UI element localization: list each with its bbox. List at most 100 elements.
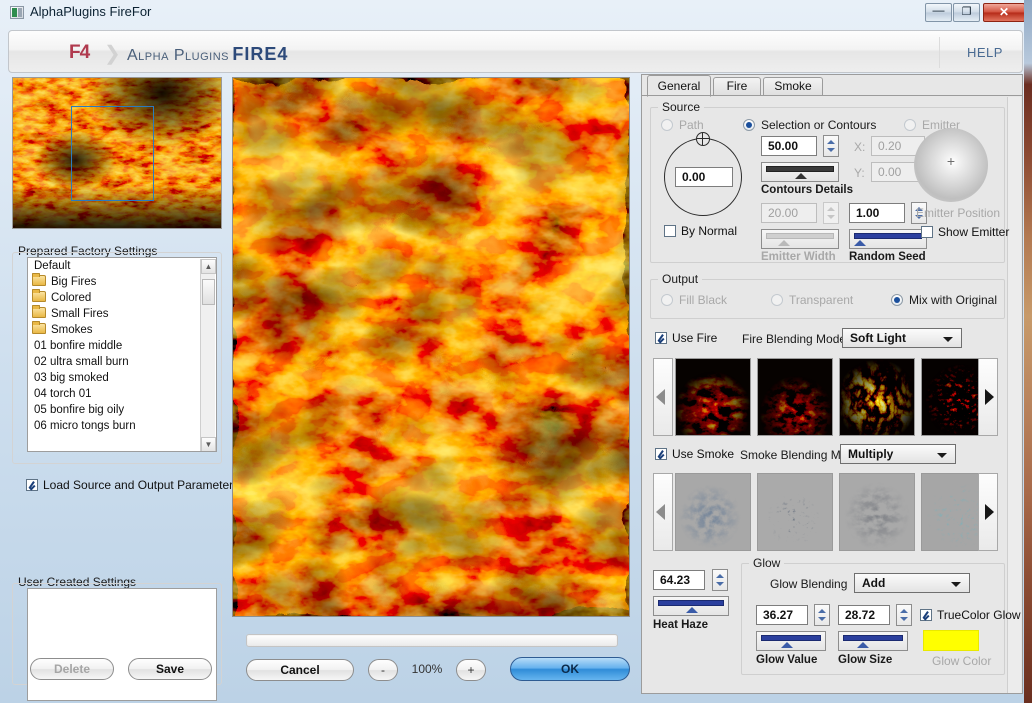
tab-general[interactable]: General xyxy=(647,75,711,97)
scroll-thumb[interactable] xyxy=(202,279,215,305)
list-item-label: 06 micro tongs burn xyxy=(34,420,136,432)
ok-button[interactable]: OK xyxy=(510,657,630,681)
glow-value-spinner[interactable] xyxy=(814,604,830,626)
list-item[interactable]: Big Fires xyxy=(28,273,216,290)
heat-haze-spinner[interactable] xyxy=(712,569,728,591)
help-link[interactable]: HELP xyxy=(967,45,1003,60)
smoke-prev-button[interactable] xyxy=(653,473,673,551)
zoom-in-button[interactable]: + xyxy=(456,659,486,681)
glow-size-slider[interactable] xyxy=(838,631,908,651)
glow-blending-select[interactable]: Add xyxy=(854,573,970,593)
fire-thumbnail-1[interactable] xyxy=(675,358,751,436)
source-thumbnail-preview[interactable] xyxy=(12,77,222,229)
dial-handle-icon[interactable] xyxy=(696,132,710,146)
list-item[interactable]: 06 micro tongs burn xyxy=(28,418,216,434)
list-item[interactable]: 01 bonfire middle xyxy=(28,338,216,354)
list-item[interactable]: Default xyxy=(28,258,216,274)
maximize-button[interactable]: ❐ xyxy=(953,3,980,22)
use-smoke-checkbox[interactable]: Use Smoke xyxy=(655,447,734,461)
factory-settings-list[interactable]: Default Big Fires Colored Small Fires Smokes… xyxy=(27,257,217,452)
fire-preset-carousel xyxy=(653,358,998,436)
list-item[interactable]: Smokes xyxy=(28,321,216,338)
user-settings-list[interactable] xyxy=(27,588,217,701)
checkbox-box xyxy=(655,332,667,344)
main-preview-canvas[interactable] xyxy=(232,77,630,617)
emitter-position-sphere[interactable] xyxy=(914,128,988,202)
chevron-down-icon xyxy=(937,453,947,458)
list-item[interactable]: Small Fires xyxy=(28,305,216,322)
slider-knob[interactable] xyxy=(778,240,790,246)
tab-smoke[interactable]: Smoke xyxy=(763,77,823,96)
fire-thumbnail-3[interactable] xyxy=(839,358,915,436)
output-fieldset: Output Fill Black Transparent Mix with O… xyxy=(650,272,1005,319)
dial-value-field[interactable]: 0.00 xyxy=(675,167,733,187)
slider-knob[interactable] xyxy=(857,642,869,648)
show-emitter-checkbox[interactable]: Show Emitter xyxy=(921,225,1009,239)
fire-blending-mode-label: Fire Blending Mode xyxy=(742,332,847,346)
fire-thumbnail-2[interactable] xyxy=(757,358,833,436)
slider-knob[interactable] xyxy=(854,240,866,246)
radio-source-selection[interactable]: Selection or Contours xyxy=(743,118,876,132)
glow-size-number[interactable]: 28.72 xyxy=(838,605,890,625)
panel-scrollbar[interactable] xyxy=(1007,97,1021,693)
list-item[interactable]: Colored xyxy=(28,289,216,306)
delete-button[interactable]: Delete xyxy=(30,658,114,680)
list-item[interactable]: 05 bonfire big oily xyxy=(28,402,216,418)
glow-color-swatch[interactable] xyxy=(923,630,979,651)
angle-dial[interactable]: 0.00 xyxy=(664,132,742,216)
heat-haze-value[interactable]: 64.23 xyxy=(653,570,705,590)
slider-knob[interactable] xyxy=(686,607,698,613)
radio-output-fill-black[interactable]: Fill Black xyxy=(661,293,727,307)
smoke-thumbnail-3[interactable] xyxy=(839,473,915,551)
cancel-button[interactable]: Cancel xyxy=(246,659,354,681)
radio-source-path[interactable]: Path xyxy=(661,118,704,132)
heat-haze-slider[interactable] xyxy=(653,596,729,616)
contours-details-slider[interactable] xyxy=(761,162,839,182)
fire-blending-mode-select[interactable]: Soft Light xyxy=(842,328,962,348)
glow-size-spinner[interactable] xyxy=(896,604,912,626)
radio-output-mix-original[interactable]: Mix with Original xyxy=(891,293,997,307)
radio-circle xyxy=(771,294,783,306)
use-fire-checkbox[interactable]: Use Fire xyxy=(655,331,717,345)
tab-fire[interactable]: Fire xyxy=(713,77,761,96)
glow-value-number[interactable]: 36.27 xyxy=(756,605,808,625)
app-icon xyxy=(10,6,24,19)
selection-rectangle[interactable] xyxy=(71,106,154,201)
scroll-down-arrow-icon[interactable]: ▼ xyxy=(201,437,216,451)
smoke-thumbnail-2[interactable] xyxy=(757,473,833,551)
list-item[interactable]: 04 torch 01 xyxy=(28,386,216,402)
fire-prev-button[interactable] xyxy=(653,358,673,436)
preview-horizontal-scrollbar[interactable] xyxy=(246,634,618,647)
minimize-button[interactable]: — xyxy=(925,3,952,22)
contours-details-spinner[interactable] xyxy=(823,135,839,157)
checkbox-box xyxy=(655,448,667,460)
close-icon: ✕ xyxy=(998,5,1010,19)
emitter-width-slider[interactable] xyxy=(761,229,839,249)
scroll-up-arrow-icon[interactable]: ▲ xyxy=(201,259,216,274)
radio-output-transparent[interactable]: Transparent xyxy=(771,293,853,307)
smoke-blending-mode-select[interactable]: Multiply xyxy=(840,444,956,464)
slider-track xyxy=(761,635,821,641)
list-item-label: Small Fires xyxy=(51,308,109,320)
close-button[interactable]: ✕ xyxy=(983,3,1025,22)
smoke-next-button[interactable] xyxy=(978,473,998,551)
zoom-out-button[interactable]: - xyxy=(368,659,398,681)
save-button[interactable]: Save xyxy=(128,658,212,680)
random-seed-value[interactable]: 1.00 xyxy=(849,203,905,223)
load-source-output-params-checkbox[interactable]: Load Source and Output Parameters xyxy=(26,478,239,492)
emitter-width-value[interactable]: 20.00 xyxy=(761,203,817,223)
factory-list-scrollbar[interactable]: ▲ ▼ xyxy=(200,259,216,451)
by-normal-checkbox[interactable]: By Normal xyxy=(664,224,737,238)
emitter-width-spinner[interactable] xyxy=(823,202,839,224)
minimize-icon: — xyxy=(932,3,945,17)
random-seed-slider[interactable] xyxy=(849,229,927,249)
slider-knob[interactable] xyxy=(781,642,793,648)
list-item[interactable]: 02 ultra small burn xyxy=(28,354,216,370)
truecolor-glow-checkbox[interactable]: TrueColor Glow xyxy=(920,608,1021,622)
fire-next-button[interactable] xyxy=(978,358,998,436)
slider-knob[interactable] xyxy=(795,173,807,179)
list-item[interactable]: 03 big smoked xyxy=(28,370,216,386)
contours-details-value[interactable]: 50.00 xyxy=(761,136,817,156)
smoke-thumbnail-1[interactable] xyxy=(675,473,751,551)
glow-value-slider[interactable] xyxy=(756,631,826,651)
